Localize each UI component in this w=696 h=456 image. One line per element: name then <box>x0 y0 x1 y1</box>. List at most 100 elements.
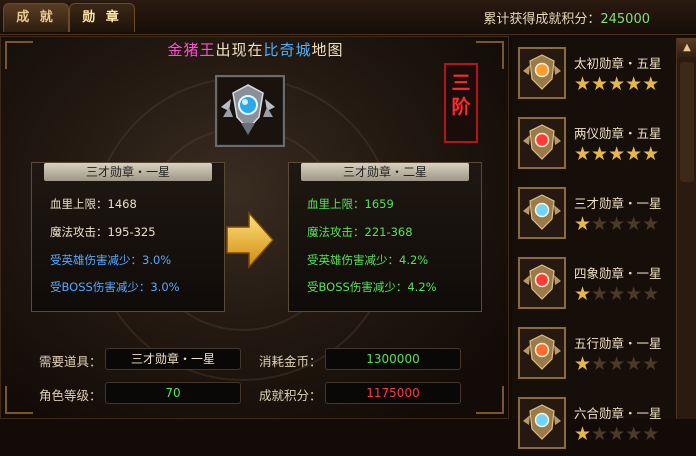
star-empty-icon: ★ <box>608 213 626 235</box>
next-medal-card: 三才勋章・二星 血里上限：1659 魔法攻击：221-368 受英雄伤害减少：4… <box>288 162 482 312</box>
next-medal-title: 三才勋章・二星 <box>301 163 469 181</box>
top-bar: 成 就 勋 章 累计获得成就积分：245000 <box>0 0 696 35</box>
stat-value: 3.0% <box>150 280 180 294</box>
star-filled-icon: ★ <box>574 353 592 375</box>
silver-medal-icon <box>221 84 275 135</box>
banner-boss: 金猪王 <box>167 41 216 59</box>
medal-list-scrollbar[interactable]: ▲ <box>676 38 696 419</box>
medal-name: 三才勋章・一星 <box>574 196 662 211</box>
banner-text: 地图 <box>311 41 344 59</box>
frame-corner <box>476 386 504 414</box>
stat-value: 4.2% <box>407 280 437 294</box>
rank-seal-line2: 阶 <box>451 96 471 118</box>
star-rating: ★★★★★ <box>574 354 659 374</box>
star-empty-icon: ★ <box>591 283 609 305</box>
required-item-field: 三才勋章・一星 <box>105 348 241 370</box>
medal-list-item[interactable]: 两仪勋章・五星 ★★★★★ <box>516 114 672 176</box>
stat-value: 195-325 <box>107 225 156 239</box>
star-empty-icon: ★ <box>591 423 609 445</box>
star-empty-icon: ★ <box>608 283 626 305</box>
scroll-up-arrow-icon[interactable]: ▲ <box>677 38 696 58</box>
medal-thumbnail <box>518 397 566 449</box>
role-level-label: 角色等级： <box>39 388 102 403</box>
star-filled-icon: ★ <box>591 143 609 165</box>
medal-name: 太初勋章・五星 <box>574 56 662 71</box>
medal-icon <box>523 124 561 160</box>
medal-thumbnail <box>518 327 566 379</box>
medal-icon <box>523 404 561 440</box>
rank-seal-line1: 三 <box>451 72 471 94</box>
star-empty-icon: ★ <box>608 353 626 375</box>
star-rating: ★★★★★ <box>574 214 659 234</box>
stat-boss-damage-reduction: 受BOSS伤害减少：4.2% <box>307 279 437 295</box>
star-empty-icon: ★ <box>625 213 643 235</box>
medal-list-item[interactable]: 四象勋章・一星 ★★★★★ <box>516 254 672 316</box>
medal-thumbnail <box>518 47 566 99</box>
star-empty-icon: ★ <box>591 213 609 235</box>
medal-list-item[interactable]: 太初勋章・五星 ★★★★★ <box>516 44 672 106</box>
stat-value: 3.0% <box>142 253 172 267</box>
current-medal-card: 三才勋章・一星 血里上限：1468 魔法攻击：195-325 受英雄伤害减少：3… <box>31 162 225 312</box>
star-filled-icon: ★ <box>574 213 592 235</box>
medal-icon <box>523 194 561 230</box>
star-empty-icon: ★ <box>642 423 660 445</box>
medal-name: 五行勋章・一星 <box>574 336 662 351</box>
gold-cost-label: 消耗金币： <box>259 354 322 369</box>
stat-hero-damage-reduction: 受英雄伤害减少：4.2% <box>307 252 428 268</box>
stat-value: 221-368 <box>364 225 413 239</box>
achievement-score: 累计获得成就积分：245000 <box>483 8 650 27</box>
star-filled-icon: ★ <box>591 73 609 95</box>
star-rating: ★★★★★ <box>574 424 659 444</box>
required-item-label: 需要道具： <box>39 354 102 369</box>
stat-label: 受英雄伤害减少： <box>307 253 399 267</box>
medal-list-item[interactable]: 三才勋章・一星 ★★★★★ <box>516 184 672 246</box>
star-filled-icon: ★ <box>642 143 660 165</box>
star-empty-icon: ★ <box>625 423 643 445</box>
score-value: 245000 <box>600 12 650 27</box>
upgrade-arrow-icon <box>226 211 275 269</box>
star-empty-icon: ★ <box>608 423 626 445</box>
star-empty-icon: ★ <box>642 283 660 305</box>
star-rating: ★★★★★ <box>574 284 659 304</box>
stat-label: 魔法攻击： <box>50 225 108 239</box>
medal-name: 六合勋章・一星 <box>574 406 662 421</box>
stat-hp: 血里上限：1659 <box>307 196 394 212</box>
rank-seal: 三 阶 <box>444 63 478 143</box>
star-filled-icon: ★ <box>574 423 592 445</box>
stat-label: 血里上限： <box>50 197 108 211</box>
stat-label: 受BOSS伤害减少： <box>50 280 151 294</box>
stat-value: 1659 <box>364 197 394 211</box>
medal-upgrade-panel: 金猪王出现在比奇城地图 三 阶 三才勋章・一星 血里上限：1468 魔法攻击：1… <box>0 36 509 419</box>
tab-achievements[interactable]: 成 就 <box>3 3 69 32</box>
medal-icon <box>523 334 561 370</box>
stat-boss-damage-reduction: 受BOSS伤害减少：3.0% <box>50 279 180 295</box>
medal-icon <box>523 264 561 300</box>
medal-thumbnail <box>518 187 566 239</box>
star-filled-icon: ★ <box>574 73 592 95</box>
stat-label: 血里上限： <box>307 197 365 211</box>
star-filled-icon: ★ <box>608 143 626 165</box>
current-medal-title: 三才勋章・一星 <box>44 163 212 181</box>
event-announcement: 金猪王出现在比奇城地图 <box>1 39 510 60</box>
medal-list-item[interactable]: 五行勋章・一星 ★★★★★ <box>516 324 672 386</box>
star-empty-icon: ★ <box>642 353 660 375</box>
stat-label: 受英雄伤害减少： <box>50 253 142 267</box>
medal-icon <box>523 54 561 90</box>
medal-list-item[interactable]: 六合勋章・一星 ★★★★★ <box>516 394 672 456</box>
medal-name: 四象勋章・一星 <box>574 266 662 281</box>
stat-magic-attack: 魔法攻击：221-368 <box>307 224 413 240</box>
stat-value: 4.2% <box>399 253 429 267</box>
achievement-points-label: 成就积分： <box>259 388 322 403</box>
star-filled-icon: ★ <box>625 73 643 95</box>
scroll-thumb[interactable] <box>680 62 694 182</box>
tab-medals[interactable]: 勋 章 <box>69 3 135 32</box>
medal-name: 两仪勋章・五星 <box>574 126 662 141</box>
stat-label: 受BOSS伤害减少： <box>307 280 408 294</box>
star-filled-icon: ★ <box>608 73 626 95</box>
frame-corner <box>5 386 33 414</box>
star-empty-icon: ★ <box>591 353 609 375</box>
current-medal-frame[interactable] <box>215 75 285 147</box>
stat-value: 1468 <box>107 197 137 211</box>
stat-hp: 血里上限：1468 <box>50 196 137 212</box>
star-empty-icon: ★ <box>642 213 660 235</box>
